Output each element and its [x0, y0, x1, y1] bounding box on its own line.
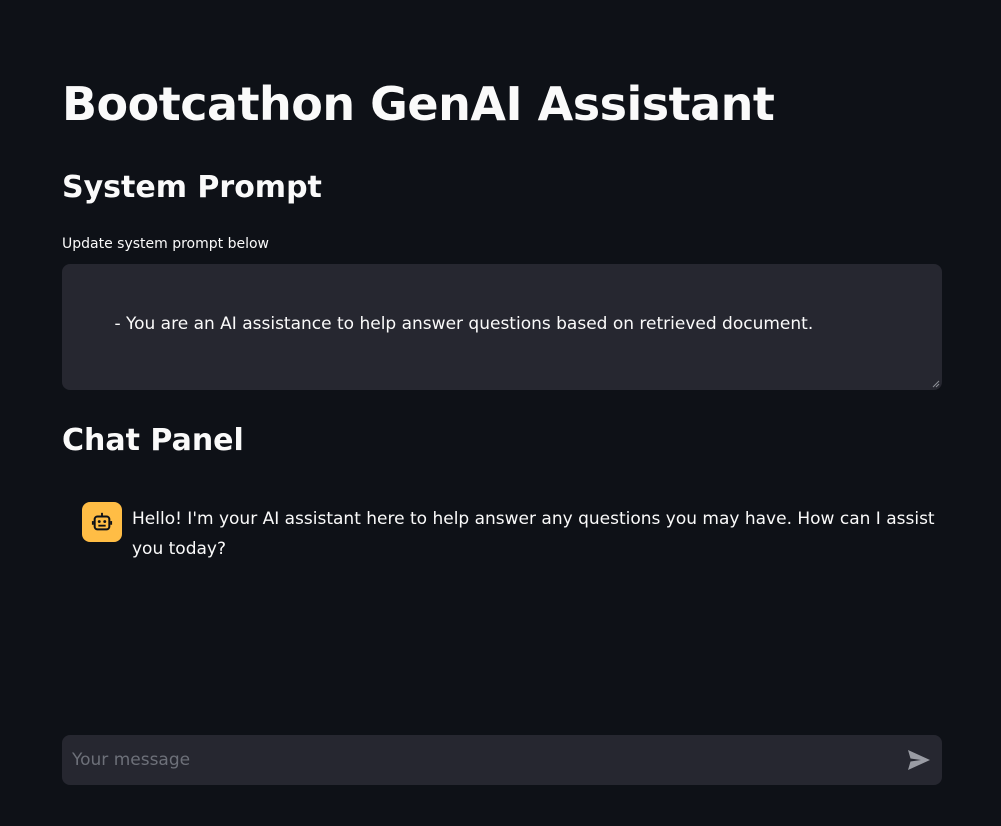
chat-panel-heading: Chat Panel: [62, 423, 244, 458]
send-icon: [908, 750, 930, 770]
chat-message-input[interactable]: [62, 735, 896, 785]
chat-message-assistant: Hello! I'm your AI assistant here to hel…: [82, 502, 942, 564]
robot-icon: [91, 512, 113, 531]
send-button[interactable]: [896, 735, 942, 785]
system-prompt-text: - You are an AI assistance to help answe…: [114, 314, 814, 334]
page-title: Bootcathon GenAI Assistant: [62, 77, 775, 131]
resize-handle-icon[interactable]: [932, 380, 940, 388]
system-prompt-heading: System Prompt: [62, 170, 322, 205]
system-prompt-textarea[interactable]: - You are an AI assistance to help answe…: [62, 264, 942, 390]
assistant-message-text: Hello! I'm your AI assistant here to hel…: [132, 509, 935, 559]
system-prompt-label: Update system prompt below: [62, 236, 269, 252]
app-root: Bootcathon GenAI Assistant System Prompt…: [0, 0, 1001, 826]
assistant-avatar: [82, 502, 122, 542]
chat-input-container: [62, 735, 942, 785]
